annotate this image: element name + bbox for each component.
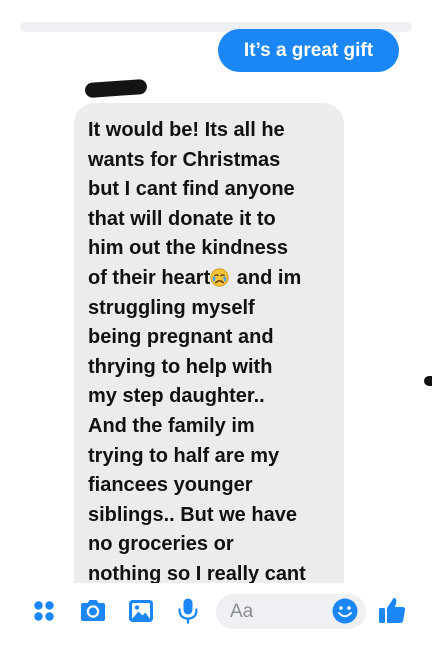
- message-line: And the family im: [88, 414, 255, 437]
- more-apps-icon[interactable]: [30, 597, 58, 625]
- sent-message-bubble[interactable]: It’s a great gift: [218, 29, 399, 72]
- message-line: no groceries or: [88, 533, 234, 556]
- message-line: fiancees younger: [88, 474, 253, 497]
- message-line: but I cant find anyone: [88, 178, 295, 201]
- camera-icon[interactable]: [79, 597, 107, 625]
- message-line: trying to half are my: [88, 444, 280, 467]
- like-thumb-icon[interactable]: [377, 595, 407, 625]
- message-line: wants for Christmas: [88, 148, 281, 171]
- message-line: nothing so I really cant: [88, 562, 306, 585]
- message-line: and im: [231, 266, 302, 289]
- message-line: It would be! Its all he: [88, 119, 285, 141]
- received-message-bubble[interactable]: It would be! Its all he wants for Christ…: [74, 103, 344, 603]
- message-line: of their heart: [88, 266, 211, 289]
- gallery-icon[interactable]: [127, 597, 155, 625]
- received-message-text: It would be! Its all he wants for Christ…: [88, 116, 338, 590]
- emoji-icon[interactable]: [331, 597, 359, 625]
- scroll-indicator: [424, 376, 432, 386]
- message-line: struggling myself: [88, 296, 255, 319]
- redacted-sender-name: [84, 78, 148, 99]
- message-line: that will donate it to: [88, 207, 276, 230]
- message-composer: [0, 583, 432, 639]
- bottom-band: [0, 638, 432, 648]
- message-line: him out the kindness: [88, 237, 289, 260]
- message-line: thrying to help with: [88, 355, 273, 378]
- message-line: being pregnant and: [88, 326, 274, 349]
- crying-face-icon: [210, 268, 229, 287]
- message-line: my step daughter..: [88, 385, 265, 408]
- microphone-icon[interactable]: [174, 597, 202, 625]
- message-line: siblings.. But we have: [88, 503, 297, 526]
